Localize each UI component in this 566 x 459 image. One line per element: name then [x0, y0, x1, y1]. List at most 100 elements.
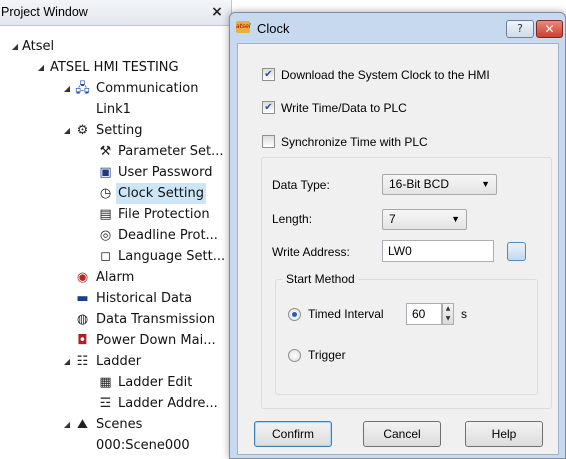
- download-clock-checkbox[interactable]: ✔: [262, 68, 275, 81]
- write-config-group: Data Type: 16-Bit BCD ▼ Length: 7 ▼ Writ…: [261, 157, 552, 409]
- start-method-group: Start Method Timed Interval 60 ▲ ▼ s Tri…: [275, 272, 538, 395]
- expand-arrow-icon[interactable]: ◢: [62, 414, 72, 435]
- tree-item-link1[interactable]: Link1: [0, 99, 232, 120]
- timed-interval-radio[interactable]: [288, 308, 301, 321]
- power-down-icon: ◘: [77, 333, 88, 348]
- trigger-label: Trigger: [308, 348, 346, 362]
- tree-item-label: Language Sett...: [118, 249, 226, 264]
- length-label: Length:: [272, 212, 313, 226]
- timed-interval-label: Timed Interval: [308, 307, 384, 321]
- sync-time-label: Synchronize Time with PLC: [281, 135, 428, 149]
- trigger-radio[interactable]: [288, 349, 301, 362]
- save-icon: ▬: [76, 291, 89, 306]
- dialog-help-button[interactable]: ?: [506, 20, 534, 38]
- spin-down-icon[interactable]: ▼: [443, 314, 453, 324]
- length-value: 7: [389, 212, 396, 226]
- help-button[interactable]: Help: [465, 421, 543, 447]
- tree-item-user-password[interactable]: ▣ User Password: [0, 162, 232, 183]
- tree-item-atsel-hmi-testing[interactable]: ◢ ATSEL HMI TESTING: [0, 57, 232, 78]
- tree-item-data-transmission[interactable]: ◍ Data Transmission: [0, 309, 232, 330]
- tree-item-label: Ladder Addre...: [118, 396, 218, 411]
- scenes-icon: ⛰: [77, 417, 88, 432]
- tree-item-file-protection[interactable]: ▤ File Protection: [0, 204, 232, 225]
- tree-item-label: Ladder: [96, 354, 142, 369]
- tree-item-label: Scenes: [96, 417, 143, 432]
- spin-up-icon[interactable]: ▲: [443, 304, 453, 314]
- deadline-icon: ◎: [99, 228, 112, 243]
- confirm-button[interactable]: Confirm: [254, 421, 332, 447]
- data-type-label: Data Type:: [272, 178, 330, 192]
- write-time-label: Write Time/Data to PLC: [281, 101, 407, 115]
- download-clock-label: Download the System Clock to the HMI: [281, 68, 490, 82]
- length-select[interactable]: 7 ▼: [382, 209, 467, 230]
- interval-unit: s: [461, 307, 467, 321]
- dialog-titlebar: atsel Clock ? ✕: [230, 13, 565, 43]
- tree-item-clock-setting[interactable]: ◷ Clock Setting: [0, 183, 232, 204]
- gear-icon: ⚙: [76, 123, 89, 138]
- project-window-close-button[interactable]: ×: [209, 3, 225, 21]
- expand-arrow-icon[interactable]: ◢: [62, 78, 72, 99]
- tree-item-atsel[interactable]: ◢ Atsel: [0, 36, 232, 57]
- tree-item-label: Alarm: [96, 270, 135, 285]
- tree-item-label: Historical Data: [96, 291, 193, 306]
- expand-arrow-icon[interactable]: ◢: [36, 57, 46, 78]
- tree-item-parameter-set[interactable]: ⚒ Parameter Set...: [0, 141, 232, 162]
- tree-item-label: Ladder Edit: [118, 375, 193, 390]
- tree-item-label: Atsel: [22, 39, 55, 54]
- write-time-checkbox[interactable]: ✔: [262, 101, 275, 114]
- tree-item-label: File Protection: [118, 207, 210, 222]
- dialog-body: ✔ Download the System Clock to the HMI ✔…: [237, 43, 559, 455]
- tree-item-label: 000:Scene000: [96, 438, 190, 453]
- tree-item-ladder[interactable]: ◢ ☷ Ladder: [0, 351, 232, 372]
- data-type-value: 16-Bit BCD: [389, 177, 450, 191]
- sync-time-checkbox[interactable]: [262, 135, 275, 148]
- tree-item-deadline-prot[interactable]: ◎ Deadline Prot...: [0, 225, 232, 246]
- tree-item-ladder-edit[interactable]: ▦ Ladder Edit: [0, 372, 232, 393]
- tree-item-label: Deadline Prot...: [118, 228, 218, 243]
- tree-item-scenes[interactable]: ◢ ⛰ Scenes: [0, 414, 232, 435]
- tree-item-label: Communication: [96, 81, 199, 96]
- dialog-title: Clock: [257, 21, 290, 36]
- address-browse-button[interactable]: [507, 242, 526, 261]
- tree-item-alarm[interactable]: ◉ Alarm: [0, 267, 232, 288]
- project-window-title: Project Window: [1, 5, 88, 19]
- tree-item-label: Link1: [96, 102, 131, 117]
- dialog-close-button[interactable]: ✕: [536, 20, 563, 38]
- data-type-select[interactable]: 16-Bit BCD ▼: [382, 174, 497, 195]
- tree-item-ladder-addre[interactable]: ☲ Ladder Addre...: [0, 393, 232, 414]
- app-logo-icon: atsel: [236, 21, 251, 33]
- write-address-input[interactable]: LW0: [382, 240, 494, 262]
- tree-item-power-down-mai[interactable]: ◘ Power Down Mai...: [0, 330, 232, 351]
- network-icon: 🖧: [75, 81, 90, 96]
- file-protection-icon: ▤: [99, 207, 112, 222]
- password-icon: ▣: [99, 165, 112, 180]
- language-icon: ◻: [100, 249, 111, 264]
- ladder-icon: ☷: [76, 354, 89, 369]
- cancel-button[interactable]: Cancel: [363, 421, 441, 447]
- tree-item-label: Clock Setting: [116, 183, 206, 204]
- expand-arrow-icon[interactable]: ◢: [10, 36, 20, 57]
- ladder-address-icon: ☲: [99, 396, 112, 411]
- ladder-edit-icon: ▦: [99, 375, 112, 390]
- start-method-legend: Start Method: [283, 272, 358, 286]
- tree-item-scene000[interactable]: 000:Scene000: [0, 435, 232, 456]
- expand-arrow-icon[interactable]: ◢: [62, 120, 72, 141]
- tree-item-language-sett[interactable]: ◻ Language Sett...: [0, 246, 232, 267]
- tree-item-label: Setting: [96, 123, 143, 138]
- project-window: Project Window × ◢ Atsel ◢ ATSEL HMI TESTIN…: [0, 0, 232, 459]
- tree-item-label: Data Transmission: [96, 312, 216, 327]
- tree-item-communication[interactable]: ◢ 🖧 Communication: [0, 78, 232, 99]
- chevron-down-icon: ▼: [481, 179, 490, 189]
- clock-icon: ◷: [99, 186, 112, 201]
- tools-icon: ⚒: [99, 144, 112, 159]
- tree-item-label: ATSEL HMI TESTING: [50, 60, 179, 75]
- project-window-titlebar: Project Window ×: [0, 0, 231, 26]
- tree-item-label: Power Down Mai...: [96, 333, 216, 348]
- tree-item-setting[interactable]: ◢ ⚙ Setting: [0, 120, 232, 141]
- interval-input[interactable]: 60: [406, 303, 442, 325]
- clock-dialog: atsel Clock ? ✕ ✔ Download the System Cl…: [229, 12, 566, 459]
- tree-item-label: User Password: [118, 165, 213, 180]
- interval-spinner[interactable]: ▲ ▼: [442, 303, 454, 325]
- tree-item-historical-data[interactable]: ▬ Historical Data: [0, 288, 232, 309]
- expand-arrow-icon[interactable]: ◢: [62, 351, 72, 372]
